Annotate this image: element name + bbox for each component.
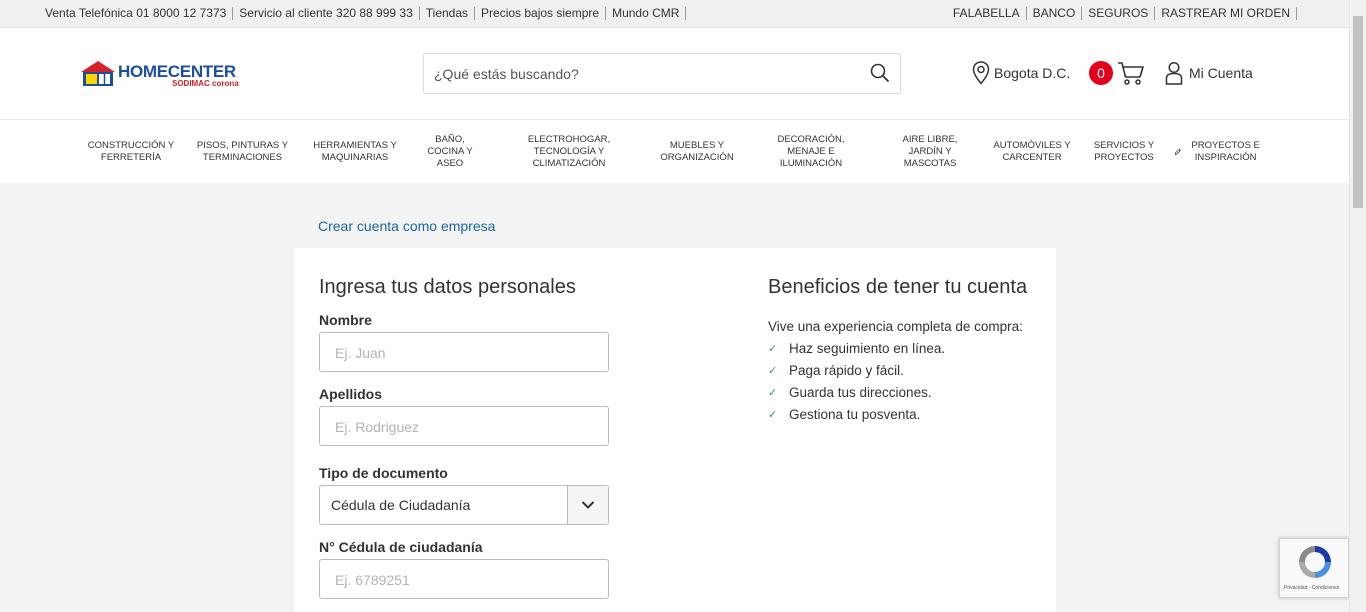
topbar-link-banco[interactable]: BANCO	[1027, 7, 1083, 20]
check-icon: ✓	[768, 387, 778, 399]
category-nav: CONSTRUCCIÓN Y FERRETERÍA PISOS, PINTURA…	[0, 120, 1349, 183]
benefit-text: Paga rápido y fácil.	[789, 363, 904, 378]
phone-sales-number: 01 8000 12 7373	[136, 6, 227, 20]
house-logo-icon	[81, 61, 115, 86]
recaptcha-terms[interactable]: Privacidad - Condiciones	[1284, 585, 1339, 591]
category-automoviles[interactable]: AUTOMÓVILES Y CARCENTER	[991, 120, 1073, 183]
topbar-link-falabella[interactable]: FALABELLA	[953, 7, 1027, 20]
page-scrollbar[interactable]	[1349, 0, 1366, 612]
benefits-intro: Vive una experiencia completa de compra:	[768, 319, 1023, 334]
cedula-input[interactable]	[335, 570, 595, 590]
chevron-down-icon	[581, 501, 595, 509]
benefit-item: ✓ Gestiona tu posventa.	[768, 407, 920, 422]
check-icon: ✓	[768, 409, 778, 421]
topbar-link-seguros[interactable]: SEGUROS	[1082, 7, 1156, 20]
tipo-documento-label: Tipo de documento	[319, 465, 448, 481]
topbar-link-track-order[interactable]: RASTREAR MI ORDEN	[1155, 7, 1297, 20]
search-icon[interactable]	[870, 63, 890, 83]
benefit-text: Gestiona tu posventa.	[789, 407, 921, 422]
benefit-item: ✓ Haz seguimiento en línea.	[768, 341, 945, 356]
check-icon: ✓	[768, 343, 778, 355]
category-herramientas[interactable]: HERRAMIENTAS Y MAQUINARIAS	[308, 120, 402, 183]
category-decoracion[interactable]: DECORACIÓN, MENAJE E ILUMINACIÓN	[766, 120, 856, 183]
benefits-title: Beneficios de tener tu cuenta	[768, 276, 1028, 298]
customer-service-label: Servicio al cliente	[239, 6, 333, 20]
phone-sales-label: Venta Telefónica	[45, 6, 133, 20]
tipo-documento-value: Cédula de Ciudadanía	[331, 497, 471, 513]
recaptcha-badge[interactable]: Privacidad - Condiciones	[1279, 538, 1349, 598]
topbar-phone-sales[interactable]: Venta Telefónica 01 8000 12 7373	[45, 6, 234, 20]
nombre-input[interactable]	[335, 343, 595, 363]
account-label: Mi Cuenta	[1189, 65, 1253, 81]
cedula-label: N° Cédula de ciudadanía	[319, 539, 483, 555]
category-proyectos-inspiracion[interactable]: PROYECTOS E INSPIRACIÓN	[1174, 120, 1266, 183]
apellidos-input[interactable]	[335, 417, 595, 437]
pencil-icon	[1174, 148, 1181, 155]
nombre-field[interactable]	[319, 332, 609, 372]
topbar-customer-service[interactable]: Servicio al cliente 320 88 999 33	[233, 6, 420, 20]
category-electrohogar[interactable]: ELECTROHOGAR, TECNOLOGÍA Y CLIMATIZACIÓN	[518, 120, 620, 183]
form-title: Ingresa tus datos personales	[319, 276, 576, 298]
category-muebles[interactable]: MUEBLES Y ORGANIZACIÓN	[652, 120, 742, 183]
cart-count-badge: 0	[1089, 61, 1113, 85]
search-bar[interactable]	[423, 53, 901, 94]
main-header: HOMECENTER SODIMAC corona Bogota D.C. 0 …	[0, 28, 1349, 120]
category-pisos-pinturas[interactable]: PISOS, PINTURAS Y TERMINACIONES	[194, 120, 291, 183]
benefit-text: Guarda tus direcciones.	[789, 385, 932, 400]
category-aire-libre[interactable]: AIRE LIBRE, JARDÍN Y MASCOTAS	[894, 120, 966, 183]
apellidos-field[interactable]	[319, 406, 609, 446]
cart-button[interactable]: 0	[1089, 60, 1146, 86]
category-bano-cocina[interactable]: BAÑO, COCINA Y ASEO	[420, 120, 480, 183]
apellidos-label: Apellidos	[319, 386, 383, 402]
category-servicios[interactable]: SERVICIOS Y PROYECTOS	[1088, 120, 1160, 183]
topbar-left-links: Venta Telefónica 01 8000 12 7373 Servici…	[45, 6, 687, 20]
top-utility-bar: Venta Telefónica 01 8000 12 7373 Servici…	[0, 0, 1349, 28]
customer-service-number: 320 88 999 33	[336, 6, 413, 20]
registration-card: Ingresa tus datos personales Nombre Apel…	[294, 248, 1056, 612]
create-company-account-link[interactable]: Crear cuenta como empresa	[318, 218, 495, 234]
map-pin-icon	[972, 61, 990, 85]
shopping-cart-icon	[1118, 62, 1144, 85]
scrollbar-thumb[interactable]	[1353, 16, 1363, 208]
topbar-right-links: FALABELLA BANCO SEGUROS RASTREAR MI ORDE…	[953, 7, 1297, 20]
location-selector[interactable]: Bogota D.C.	[972, 61, 1070, 85]
account-menu[interactable]: Mi Cuenta	[1165, 61, 1253, 85]
select-dropdown-button[interactable]	[567, 486, 608, 524]
homecenter-logo[interactable]: HOMECENTER SODIMAC corona	[80, 60, 250, 88]
user-icon	[1165, 61, 1183, 85]
benefit-text: Haz seguimiento en línea.	[789, 341, 946, 356]
logo-sub-text: SODIMAC corona	[172, 79, 239, 88]
search-input[interactable]	[434, 62, 854, 86]
check-icon: ✓	[768, 365, 778, 377]
tipo-documento-select[interactable]: Cédula de Ciudadanía	[319, 485, 609, 525]
topbar-link-low-prices[interactable]: Precios bajos siempre	[475, 7, 607, 20]
benefit-item: ✓ Paga rápido y fácil.	[768, 363, 904, 378]
nombre-label: Nombre	[319, 312, 372, 328]
category-construccion[interactable]: CONSTRUCCIÓN Y FERRETERÍA	[86, 120, 176, 183]
benefit-item: ✓ Guarda tus direcciones.	[768, 385, 932, 400]
category-proyectos-label: PROYECTOS E INSPIRACIÓN	[1191, 139, 1260, 163]
topbar-link-mundo-cmr[interactable]: Mundo CMR	[606, 7, 687, 20]
recaptcha-icon	[1299, 546, 1331, 578]
topbar-link-stores[interactable]: Tiendas	[420, 7, 476, 20]
cedula-field[interactable]	[319, 559, 609, 599]
location-label: Bogota D.C.	[994, 65, 1071, 81]
